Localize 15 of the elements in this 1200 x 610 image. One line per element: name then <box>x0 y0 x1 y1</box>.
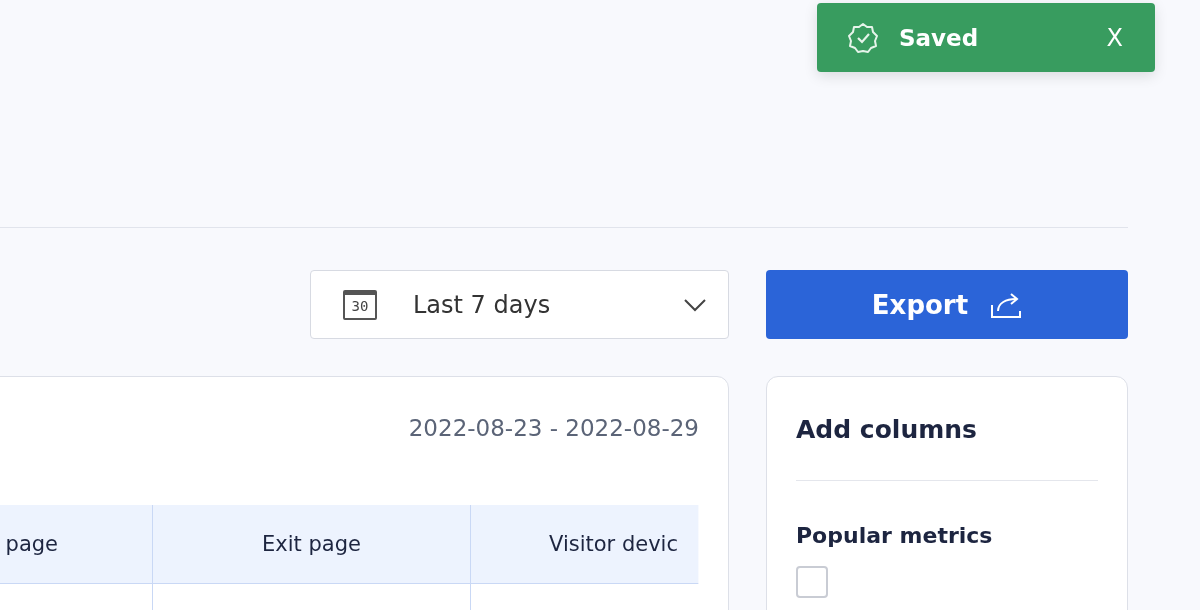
export-button[interactable]: Export <box>766 270 1128 339</box>
calendar-icon: 30 <box>343 289 377 320</box>
date-range-text: 2022-08-23 - 2022-08-29 <box>407 415 699 443</box>
check-badge-icon <box>847 21 879 54</box>
close-button[interactable]: X <box>1104 23 1125 52</box>
checkbox[interactable] <box>796 566 828 598</box>
toast-message: Saved <box>899 24 980 51</box>
column-header: Visitor devic <box>471 505 699 584</box>
chevron-down-icon <box>684 297 706 312</box>
column-header: page <box>0 505 153 584</box>
share-icon <box>990 290 1023 319</box>
date-range-dropdown[interactable]: 30 Last 7 days <box>310 270 729 339</box>
section-heading: Popular metrics <box>796 523 994 548</box>
column-header: Exit page <box>153 505 471 584</box>
panel-title: Add columns <box>796 415 978 444</box>
